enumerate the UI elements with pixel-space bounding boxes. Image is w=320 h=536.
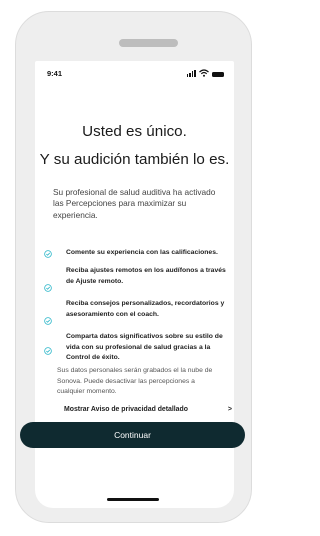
check-circle-icon: [44, 284, 52, 292]
phone-speaker: [119, 39, 178, 47]
privacy-link-label: Mostrar Aviso de privacidad detallado: [64, 406, 188, 413]
privacy-notice-text: Sus datos personales serán grabados el l…: [57, 367, 213, 395]
page-title-line2: Y su audición también lo es.: [39, 151, 230, 168]
feature-text: Comente su experiencia con las calificac…: [66, 249, 218, 256]
wifi-icon: [199, 69, 209, 77]
status-bar: 9:41: [35, 61, 234, 81]
continue-button[interactable]: Continuar: [20, 422, 245, 448]
feature-text: Comparta datos significativos sobre su e…: [66, 333, 223, 361]
feature-text: Reciba ajustes remotos en los audífonos …: [66, 267, 226, 285]
check-circle-icon: [44, 317, 52, 325]
chevron-right-icon: >: [227, 406, 232, 413]
feature-text: Reciba consejos personalizados, recordat…: [66, 300, 225, 318]
intro-text: Su profesional de salud auditiva ha acti…: [53, 187, 216, 220]
status-icons: [186, 69, 224, 77]
check-circle-icon: [44, 347, 52, 355]
signal-icon: [186, 70, 196, 77]
privacy-policy-link[interactable]: Mostrar Aviso de privacidad detallado >: [64, 406, 234, 413]
status-time: 9:41: [47, 69, 63, 78]
battery-icon: [212, 71, 224, 77]
check-circle-icon: [44, 250, 52, 258]
home-indicator: [107, 498, 159, 501]
page-title-line1: Usted es único.: [82, 123, 187, 140]
